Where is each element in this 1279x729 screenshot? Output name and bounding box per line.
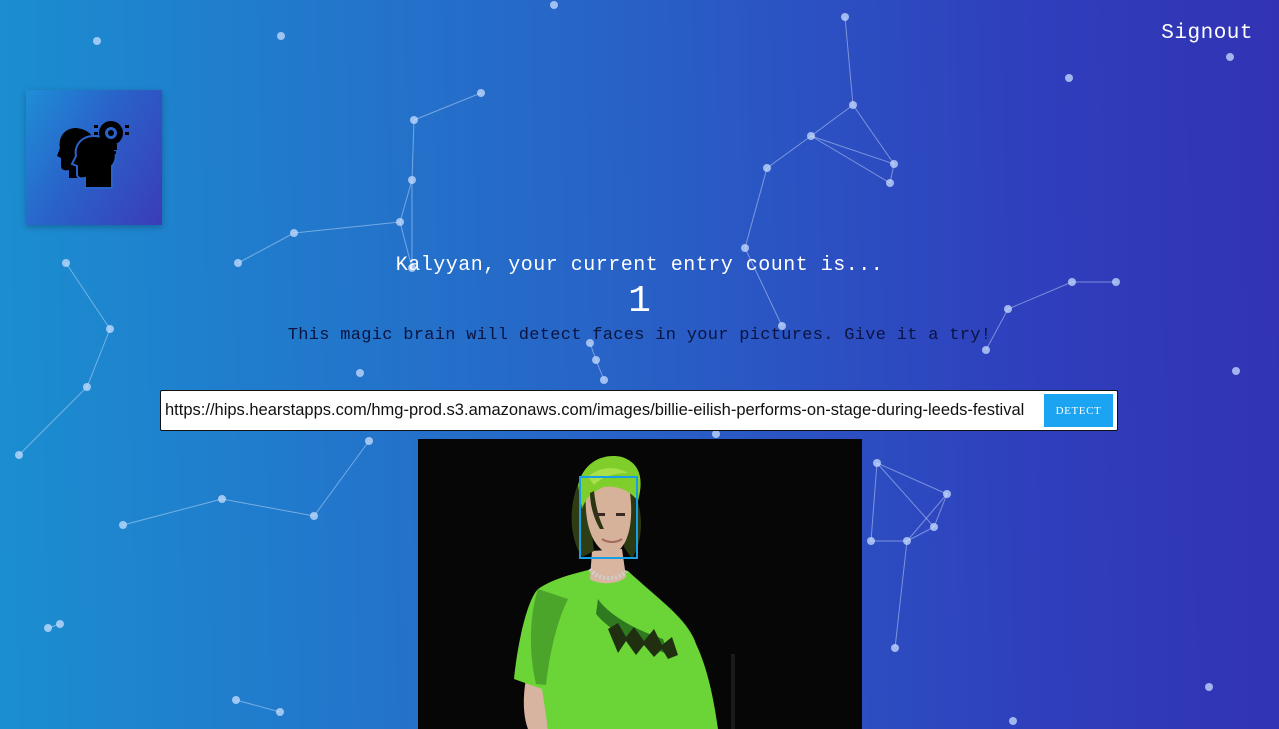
particle-dot — [930, 523, 938, 531]
particle-dot — [410, 116, 418, 124]
particle-dot — [982, 346, 990, 354]
particle-link — [810, 104, 854, 137]
particle-link — [876, 462, 935, 528]
particle-dot — [763, 164, 771, 172]
particle-link — [221, 498, 315, 517]
particle-dot — [290, 229, 298, 237]
particle-dot — [1009, 717, 1017, 725]
particle-dot — [741, 244, 749, 252]
image-link-form: DETECT — [160, 390, 1118, 431]
particle-dot — [886, 179, 894, 187]
particle-dot — [15, 451, 23, 459]
particle-dot — [1205, 683, 1213, 691]
particle-link — [744, 167, 768, 249]
particle-link — [894, 540, 908, 649]
particle-link — [595, 359, 605, 381]
particle-dot — [365, 437, 373, 445]
particle-link — [844, 16, 854, 106]
particle-dot — [408, 176, 416, 184]
particle-dot — [1065, 74, 1073, 82]
particle-dot — [356, 369, 364, 377]
particle-dot — [44, 624, 52, 632]
particle-dot — [849, 101, 857, 109]
particle-dot — [83, 383, 91, 391]
image-url-input[interactable] — [161, 392, 1044, 429]
face-bounding-box — [579, 476, 638, 559]
particle-dot — [550, 1, 558, 9]
entry-count-value: 1 — [628, 280, 651, 323]
particle-link — [889, 163, 895, 184]
particle-dot — [56, 620, 64, 628]
particle-dot — [277, 32, 285, 40]
particle-dot — [276, 708, 284, 716]
particle-dot — [1226, 53, 1234, 61]
particle-link — [810, 135, 895, 165]
particle-link — [122, 498, 223, 526]
particle-dot — [232, 696, 240, 704]
particle-link — [47, 623, 61, 629]
particle-link — [293, 221, 401, 234]
particle-link — [876, 462, 948, 495]
particle-dot — [600, 376, 608, 384]
particle-link — [235, 699, 281, 713]
particle-dot — [903, 537, 911, 545]
detect-button[interactable]: DETECT — [1044, 394, 1113, 427]
particle-dot — [310, 512, 318, 520]
particle-dot — [477, 89, 485, 97]
particle-dot — [891, 644, 899, 652]
tagline: This magic brain will detect faces in yo… — [287, 326, 992, 345]
particle-dot — [119, 521, 127, 529]
particle-link — [589, 342, 597, 361]
particle-link — [18, 386, 88, 456]
particle-dot — [592, 356, 600, 364]
particle-dot — [873, 459, 881, 467]
logo-card — [26, 90, 162, 225]
particle-dot — [93, 37, 101, 45]
entry-count-greeting: Kalyyan, your current entry count is... — [395, 254, 884, 277]
particle-link — [870, 462, 878, 542]
particle-link — [906, 526, 935, 542]
particle-dot — [841, 13, 849, 21]
signout-link[interactable]: Signout — [1161, 22, 1253, 45]
particle-dot — [396, 218, 404, 226]
particle-link — [766, 135, 812, 169]
brain-head-icon — [57, 121, 129, 189]
particle-dot — [807, 132, 815, 140]
particle-dot — [943, 490, 951, 498]
particle-link — [852, 104, 895, 165]
particle-link — [399, 179, 413, 223]
particle-link — [906, 493, 948, 542]
particle-dot — [712, 430, 720, 438]
particle-dot — [867, 537, 875, 545]
particle-link — [413, 92, 482, 121]
particle-dot — [218, 495, 226, 503]
particle-link — [933, 493, 948, 528]
particle-link — [313, 440, 370, 517]
particle-link — [810, 135, 891, 184]
person-photo — [418, 439, 862, 729]
particle-dot — [890, 160, 898, 168]
particle-dot — [1232, 367, 1240, 375]
particle-link — [411, 119, 415, 181]
face-detection-image — [418, 439, 862, 729]
